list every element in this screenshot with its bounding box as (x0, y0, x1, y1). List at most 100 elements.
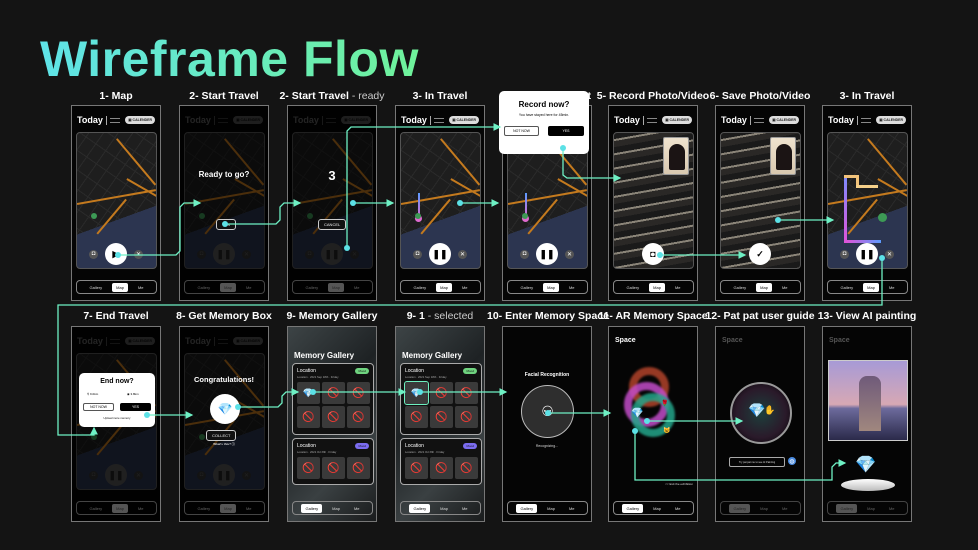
tools-icon[interactable]: ✕ (134, 249, 143, 259)
tools-icon[interactable]: ✕ (885, 249, 894, 259)
camera-icon[interactable]: ◘ (520, 249, 529, 259)
nav-tab-me[interactable]: Me (565, 504, 579, 513)
nav-tab-map[interactable]: Map (328, 282, 344, 292)
nav-tab-me[interactable]: Me (778, 283, 792, 292)
memory-tile-locked[interactable]: 🚫 (430, 382, 453, 404)
memory-tile-locked[interactable]: 🚫 (347, 457, 370, 479)
not-now-button[interactable]: NOT NOW (504, 126, 539, 136)
camera-icon[interactable]: ◘ (840, 249, 849, 259)
diamond-icon[interactable]: 💎 (748, 402, 765, 419)
nav-tab-map[interactable]: Map (220, 282, 236, 292)
nav-tab-gallery[interactable]: Gallery (622, 503, 644, 513)
memory-tile-locked[interactable]: 🚫 (430, 406, 453, 428)
nav-tab-map[interactable]: Map (863, 282, 879, 292)
upload-more-link[interactable]: Upload more memory (79, 416, 155, 420)
nav-tab-gallery[interactable]: Gallery (409, 503, 431, 513)
nav-tab-me[interactable]: Me (458, 504, 472, 513)
nav-tab-map[interactable]: Map (863, 504, 879, 513)
nav-tab-map[interactable]: Map (649, 504, 665, 513)
nav-tab-gallery[interactable]: Gallery (85, 504, 106, 513)
calendar-button[interactable]: ▣ CALENDER (662, 116, 692, 124)
tools-icon[interactable]: ✕ (565, 249, 574, 259)
memory-tile-locked[interactable]: 🚫 (322, 406, 345, 428)
not-now-button[interactable]: NOT NOW (83, 403, 114, 411)
memory-tile-locked[interactable]: 🚫 (297, 457, 320, 479)
memory-tile-diamond[interactable]: 💎 (404, 381, 429, 405)
nav-tab-me[interactable]: Me (242, 504, 256, 513)
nav-tab-map[interactable]: Map (543, 282, 559, 292)
pause-button[interactable]: ❚❚ (536, 243, 558, 265)
memory-tile-locked[interactable]: 🚫 (455, 406, 478, 428)
nav-tab-map[interactable]: Map (328, 504, 344, 513)
nav-tab-gallery[interactable]: Gallery (193, 504, 214, 513)
nav-tab-me[interactable]: Me (885, 504, 899, 513)
nav-tab-gallery[interactable]: Gallery (193, 283, 214, 292)
memory-card[interactable]: Location Location · 2021 Oct 8th · Friday… (292, 438, 374, 485)
nav-tab-gallery[interactable]: Gallery (729, 503, 751, 513)
nav-tab-gallery[interactable]: Gallery (409, 283, 430, 292)
nav-tab-me[interactable]: Me (671, 504, 685, 513)
calendar-button[interactable]: ▣ CALENDER (449, 116, 479, 124)
memory-tile-locked[interactable]: 🚫 (347, 382, 370, 404)
nav-tab-gallery[interactable]: Gallery (622, 283, 643, 292)
collect-button[interactable]: COLLECT (206, 430, 237, 441)
calendar-button[interactable]: ▣ CALENDER (769, 116, 799, 124)
pause-button[interactable]: ❚❚ (856, 243, 878, 265)
nav-tab-me[interactable]: Me (350, 504, 364, 513)
memory-tile-locked[interactable]: 🚫 (455, 382, 478, 404)
yes-button[interactable]: YES (216, 219, 237, 230)
cancel-button[interactable]: CANCEL (318, 219, 347, 230)
ai-painting-image[interactable] (828, 360, 908, 441)
exit-exhibition-link[interactable]: << Exit the exhibition (665, 482, 693, 486)
play-button[interactable]: ▶ (105, 243, 127, 265)
memory-tile-locked[interactable]: 🚫 (405, 457, 428, 479)
nav-tab-gallery[interactable]: Gallery (301, 283, 322, 292)
nav-tab-me[interactable]: Me (134, 283, 148, 292)
nav-tab-map[interactable]: Map (112, 282, 128, 292)
yes-button[interactable]: YES (548, 126, 584, 136)
memory-card[interactable]: Location Location · 2021 Oct 8th · Friday… (400, 438, 482, 485)
globe-icon[interactable]: ◍ (788, 457, 796, 465)
nav-tab-gallery[interactable]: Gallery (516, 503, 538, 513)
memory-card[interactable]: Location Location · 2021 Sep 18th · Frida… (400, 363, 482, 435)
memory-tile-locked[interactable]: 🚫 (430, 457, 453, 479)
memory-tile-locked[interactable]: 🚫 (322, 382, 345, 404)
nav-tab-gallery[interactable]: Gallery (836, 503, 858, 513)
nav-tab-map[interactable]: Map (543, 504, 559, 513)
nav-tab-map[interactable]: Map (649, 282, 665, 292)
yes-button[interactable]: YES (120, 403, 151, 411)
nav-tab-map[interactable]: Map (436, 282, 452, 292)
memory-card[interactable]: Location Location · 2021 Sep 18th · Frida… (292, 363, 374, 435)
nav-tab-map[interactable]: Map (756, 504, 772, 513)
save-button[interactable]: ✓ (749, 243, 771, 265)
nav-tab-me[interactable]: Me (778, 504, 792, 513)
memory-tile-locked[interactable]: 🚫 (455, 457, 478, 479)
memory-tile-locked[interactable]: 🚫 (405, 406, 428, 428)
nav-tab-gallery[interactable]: Gallery (85, 283, 106, 292)
memory-tile-diamond[interactable]: 💎 (297, 382, 320, 404)
diamond-icon[interactable]: 💎 (631, 408, 643, 419)
nav-tab-map[interactable]: Map (436, 504, 452, 513)
camera-icon[interactable]: ◘ (413, 249, 422, 259)
nav-tab-gallery[interactable]: Gallery (729, 283, 750, 292)
nav-tab-map[interactable]: Map (220, 503, 236, 513)
nav-tab-me[interactable]: Me (458, 283, 472, 292)
nav-tab-gallery[interactable]: Gallery (836, 283, 857, 292)
tools-icon[interactable]: ✕ (458, 249, 467, 259)
memory-box-diamond-icon[interactable]: 💎 (210, 394, 240, 424)
nav-tab-me[interactable]: Me (671, 283, 685, 292)
capture-button[interactable]: ◘ (642, 243, 664, 265)
pause-button[interactable]: ❚❚ (429, 243, 451, 265)
nav-tab-me[interactable]: Me (565, 283, 579, 292)
nav-tab-gallery[interactable]: Gallery (301, 503, 323, 513)
whats-this-link[interactable]: What's this? ⓘ (180, 442, 268, 446)
calendar-button[interactable]: ▣ CALENDER (125, 116, 155, 124)
nav-tab-gallery[interactable]: Gallery (516, 283, 537, 292)
rose-icon[interactable]: 🌹 (661, 400, 668, 407)
calendar-button[interactable]: ▣ CALENDER (876, 116, 906, 124)
memory-tile-locked[interactable]: 🚫 (322, 457, 345, 479)
cat-icon[interactable]: 😺 (663, 427, 670, 434)
nav-tab-me[interactable]: Me (885, 283, 899, 292)
memory-tile-locked[interactable]: 🚫 (347, 406, 370, 428)
nav-tab-me[interactable]: Me (350, 283, 364, 292)
